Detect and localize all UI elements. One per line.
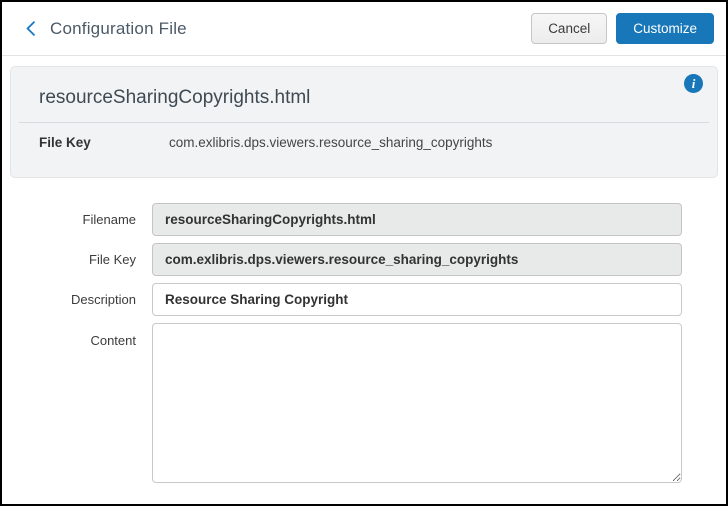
- file-summary-card: resourceSharingCopyrights.html File Key …: [10, 66, 718, 178]
- file-key-value: com.exlibris.dps.viewers.resource_sharin…: [169, 135, 492, 150]
- info-icon[interactable]: i: [684, 74, 703, 93]
- form-row-file-key: File Key: [2, 243, 726, 276]
- file-key-label: File Key: [39, 135, 169, 150]
- header-actions: Cancel Customize: [531, 13, 714, 44]
- file-title: resourceSharingCopyrights.html: [39, 87, 689, 109]
- form-row-filename: Filename: [2, 203, 726, 236]
- description-field[interactable]: [152, 283, 682, 316]
- configuration-file-page: Configuration File Cancel Customize reso…: [0, 0, 728, 506]
- content-field[interactable]: [152, 323, 682, 483]
- configuration-form: Filename File Key Description Content: [2, 203, 726, 483]
- filename-label: Filename: [2, 212, 152, 227]
- content-label: Content: [2, 323, 152, 348]
- chevron-left-icon: [23, 19, 40, 38]
- description-label: Description: [2, 292, 152, 307]
- page-title: Configuration File: [50, 19, 187, 39]
- filename-field: [152, 203, 682, 236]
- form-row-content: Content: [2, 323, 726, 483]
- cancel-button[interactable]: Cancel: [531, 13, 607, 44]
- form-row-description: Description: [2, 283, 726, 316]
- card-divider: [19, 122, 709, 123]
- file-key-field-label: File Key: [2, 252, 152, 267]
- file-key-row: File Key com.exlibris.dps.viewers.resour…: [39, 135, 689, 150]
- customize-button[interactable]: Customize: [616, 13, 714, 44]
- page-header: Configuration File Cancel Customize: [2, 2, 726, 56]
- back-button[interactable]: [18, 16, 44, 42]
- file-key-field: [152, 243, 682, 276]
